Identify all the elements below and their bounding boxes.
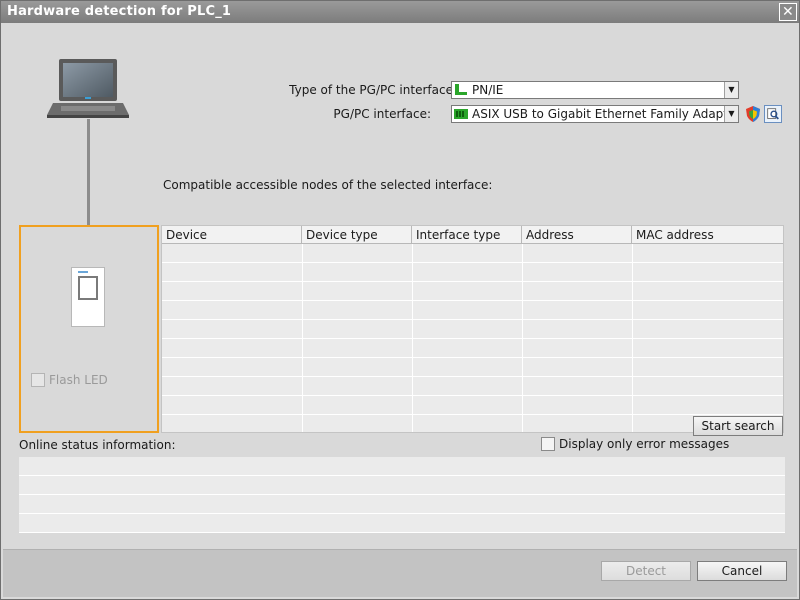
online-status-list[interactable] (19, 457, 785, 533)
close-button[interactable]: ✕ (779, 3, 797, 21)
compatible-nodes-table[interactable]: Device Device type Interface type Addres… (161, 225, 784, 433)
table-row[interactable] (162, 339, 783, 358)
table-row[interactable] (162, 396, 783, 415)
column-mac-address[interactable]: MAC address (632, 226, 783, 244)
laptop-icon (47, 59, 129, 118)
pgpc-type-select[interactable]: PN/IE ▼ (451, 81, 739, 99)
dialog-footer: Detect Cancel (3, 549, 797, 597)
pgpc-type-value: PN/IE (472, 83, 504, 97)
online-status-label: Online status information: (19, 438, 176, 452)
hardware-detection-dialog: Hardware detection for PLC_1 ✕ Flash LED… (0, 0, 800, 600)
error-only-checkbox[interactable]: Display only error messages (541, 437, 729, 451)
plc-device-icon (71, 267, 105, 327)
table-row[interactable] (162, 263, 783, 282)
table-header: Device Device type Interface type Addres… (162, 226, 783, 244)
table-row[interactable] (162, 358, 783, 377)
flash-led-label: Flash LED (49, 373, 108, 387)
column-device-type[interactable]: Device type (302, 226, 412, 244)
window-title: Hardware detection for PLC_1 (7, 4, 232, 19)
dialog-content: Flash LED Type of the PG/PC interface: P… (3, 23, 797, 547)
table-row[interactable] (162, 244, 783, 263)
flash-led-checkbox-box[interactable] (31, 373, 45, 387)
detect-button[interactable]: Detect (601, 561, 691, 581)
pgpc-type-label: Type of the PG/PC interface: (289, 83, 457, 97)
list-item[interactable] (19, 495, 785, 514)
network-port-icon (455, 84, 467, 95)
start-search-button[interactable]: Start search (693, 416, 783, 436)
chevron-down-icon[interactable]: ▼ (724, 82, 738, 98)
shield-icon[interactable] (744, 105, 762, 123)
table-row[interactable] (162, 320, 783, 339)
table-row[interactable] (162, 301, 783, 320)
column-address[interactable]: Address (522, 226, 632, 244)
table-row[interactable] (162, 377, 783, 396)
pgpc-interface-label: PG/PC interface: (333, 107, 431, 121)
pgpc-interface-select[interactable]: ASIX USB to Gigabit Ethernet Family Adap… (451, 105, 739, 123)
magnifier-icon[interactable] (764, 105, 782, 123)
title-bar: Hardware detection for PLC_1 ✕ (1, 1, 799, 23)
network-adapter-icon (454, 109, 468, 119)
table-row[interactable] (162, 415, 783, 432)
device-preview-panel (19, 225, 159, 433)
cancel-button[interactable]: Cancel (697, 561, 787, 581)
error-only-checkbox-box[interactable] (541, 437, 555, 451)
list-item[interactable] (19, 514, 785, 533)
chevron-down-icon[interactable]: ▼ (724, 106, 738, 122)
column-interface-type[interactable]: Interface type (412, 226, 522, 244)
close-icon: ✕ (782, 4, 794, 20)
column-device[interactable]: Device (162, 226, 302, 244)
list-item[interactable] (19, 457, 785, 476)
table-row[interactable] (162, 282, 783, 301)
error-only-label: Display only error messages (559, 437, 730, 451)
compatible-nodes-label: Compatible accessible nodes of the selec… (163, 178, 493, 192)
flash-led-checkbox[interactable]: Flash LED (31, 373, 108, 387)
pgpc-interface-value: ASIX USB to Gigabit Ethernet Family Adap… (472, 107, 739, 121)
list-item[interactable] (19, 476, 785, 495)
